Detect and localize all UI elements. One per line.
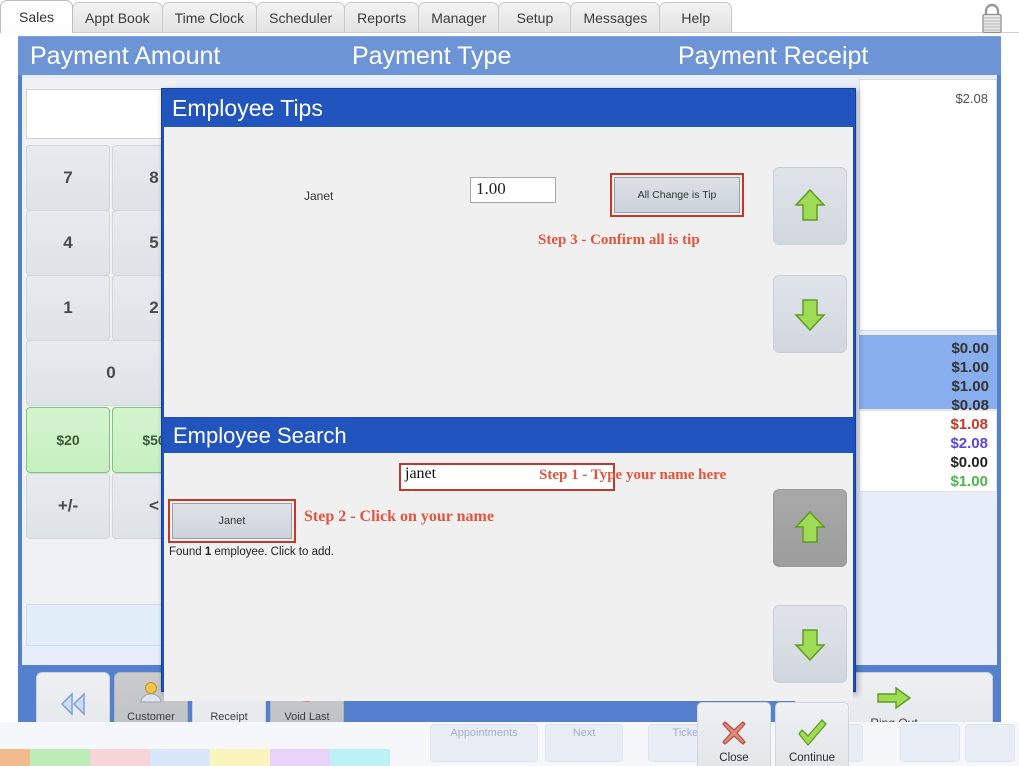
tab-label: Sales [18, 9, 55, 25]
totals-summary-rows: $1.08 $2.08 $0.00 $1.00 [859, 410, 997, 492]
employee-tips-pane: Janet 1.00 All Change is Tip Step 3 - Co… [164, 127, 853, 417]
down-arrow-icon [794, 299, 826, 332]
tip-employee-name: Janet [304, 189, 334, 203]
tab-label: Manager [431, 10, 487, 26]
totals-summary-row: $0.00 [950, 454, 988, 471]
all-change-is-tip-button[interactable]: All Change is Tip [614, 177, 740, 213]
keypad-key-1[interactable]: 1 [26, 275, 110, 341]
search-result-count: Found 1 employee. Click to add. [169, 546, 334, 558]
right-arrow-icon [876, 685, 912, 711]
tab-label: Scheduler [269, 10, 333, 26]
tab-label: Time Clock [174, 10, 245, 26]
employee-result-button[interactable]: Janet [172, 503, 292, 539]
step3-rest: - Confirm all is tip [577, 232, 700, 248]
tab-label: Appt Book [85, 10, 150, 26]
totals-row: $1.00 [951, 378, 989, 395]
step-payment-receipt: Payment Receipt [678, 42, 869, 70]
tab-reports[interactable]: Reports [344, 2, 420, 33]
step1-rest: - Type your name here [578, 467, 727, 483]
tab-strip: Sales Appt Book Time Clock Scheduler Reports… [0, 0, 733, 33]
continue-button[interactable]: Continue [775, 702, 849, 766]
keypad-key-20[interactable]: $20 [26, 407, 110, 473]
background-button-next[interactable]: Next [545, 724, 623, 762]
background-button-appointments[interactable]: Appointments [430, 724, 538, 762]
totals-summary-row: $1.08 [950, 416, 988, 433]
back-arrows-icon [58, 692, 88, 719]
ghost-tile-5 [210, 749, 270, 766]
tab-messages[interactable]: Messages [570, 2, 661, 33]
found-pre: Found [169, 546, 205, 558]
modal-title-bar: Employee Tips [162, 89, 855, 127]
continue-label: Continue [788, 752, 836, 764]
search-scroll-up-button[interactable] [773, 489, 847, 567]
tab-manager[interactable]: Manager [418, 2, 500, 33]
employee-tips-modal: Employee Tips Janet 1.00 All Change is T… [161, 88, 856, 766]
tab-time-clock[interactable]: Time Clock [161, 2, 258, 33]
found-post: employee. Click to add. [211, 546, 334, 558]
keypad-key-[interactable]: +/- [26, 473, 110, 539]
tab-help[interactable]: Help [659, 2, 733, 33]
step-payment-type: Payment Type [352, 42, 512, 70]
ghost-tile-2 [30, 749, 90, 766]
main-tab-bar: Sales Appt Book Time Clock Scheduler Reports… [0, 0, 1019, 35]
x-close-icon [719, 718, 749, 748]
totals-row: $0.00 [951, 340, 989, 357]
step1-strong: Step 1 [539, 467, 579, 483]
employee-search-header: Employee Search [164, 419, 851, 453]
step-payment-amount: Payment Amount [30, 42, 221, 70]
search-scroll-down-button[interactable] [773, 605, 847, 683]
tab-label: Reports [357, 10, 407, 26]
tab-appt-book[interactable]: Appt Book [72, 2, 163, 33]
step3-annotation: Step 3 - Confirm all is tip [538, 232, 700, 249]
tab-label: Setup [516, 10, 554, 26]
totals-summary-row: $1.00 [950, 473, 988, 490]
employee-search-pane: janet Step 1 - Type your name here Janet… [164, 453, 853, 701]
tab-setup[interactable]: Setup [498, 2, 572, 33]
step1-annotation: Step 1 - Type your name here [539, 467, 726, 484]
up-arrow-icon [794, 510, 826, 543]
tab-scheduler[interactable]: Scheduler [256, 2, 346, 33]
all-change-is-tip-highlight: All Change is Tip [610, 173, 744, 217]
tab-underline [0, 32, 1019, 33]
background-tab-strip: Wa Wa AppointmentsNextTicketWalk [0, 722, 1019, 766]
background-button-extra[interactable] [900, 724, 960, 762]
app-root: Sales Appt Book Time Clock Scheduler Reports… [0, 0, 1019, 766]
ticket-items-panel: $2.08 [859, 79, 997, 331]
ghost-tile-3 [90, 749, 150, 766]
totals-row: $1.00 [951, 359, 989, 376]
step3-strong: Step 3 [538, 232, 578, 248]
up-arrow-icon [794, 188, 826, 221]
checkmark-icon [796, 718, 828, 748]
keypad-key-4[interactable]: 4 [26, 210, 110, 276]
keypad-key-7[interactable]: 7 [26, 145, 110, 211]
payment-keypad: 7 8 4 5 1 2 0 $20 $50 +/- < [22, 79, 274, 646]
ticket-total-amount: $2.08 [955, 91, 988, 106]
employee-result-highlight: Janet [168, 499, 296, 543]
ghost-tile-7 [330, 749, 390, 766]
down-arrow-icon [794, 629, 826, 662]
tips-scroll-down-button[interactable] [773, 275, 847, 353]
lock-icon[interactable] [977, 1, 1007, 35]
employee-search-title: Employee Search [173, 423, 347, 448]
close-label: Close [719, 752, 749, 764]
modal-title-text: Employee Tips [172, 94, 323, 121]
totals-panel: $2.08 $0.00 $1.00 $1.00 $0.08 $1.08 $2.08 $0.… [859, 79, 997, 644]
close-button[interactable]: Close [697, 702, 771, 766]
tips-scroll-up-button[interactable] [773, 167, 847, 245]
tab-label: Help [681, 10, 711, 26]
tip-amount-input[interactable]: 1.00 [470, 177, 556, 203]
ghost-tile-4 [150, 749, 210, 766]
ghost-tile-1 [0, 749, 30, 766]
payment-steps-header: Payment Amount Payment Type Payment Rece… [18, 36, 1001, 76]
tab-label: Messages [583, 10, 648, 26]
tab-sales[interactable]: Sales [0, 0, 73, 33]
step2-annotation: Step 2 - Click on your name [304, 508, 494, 525]
ghost-tile-6 [270, 749, 330, 766]
totals-summary-row: $2.08 [950, 435, 988, 452]
background-button-extra[interactable] [965, 724, 1015, 762]
totals-selected-rows[interactable]: $0.00 $1.00 $1.00 $0.08 [859, 335, 997, 414]
